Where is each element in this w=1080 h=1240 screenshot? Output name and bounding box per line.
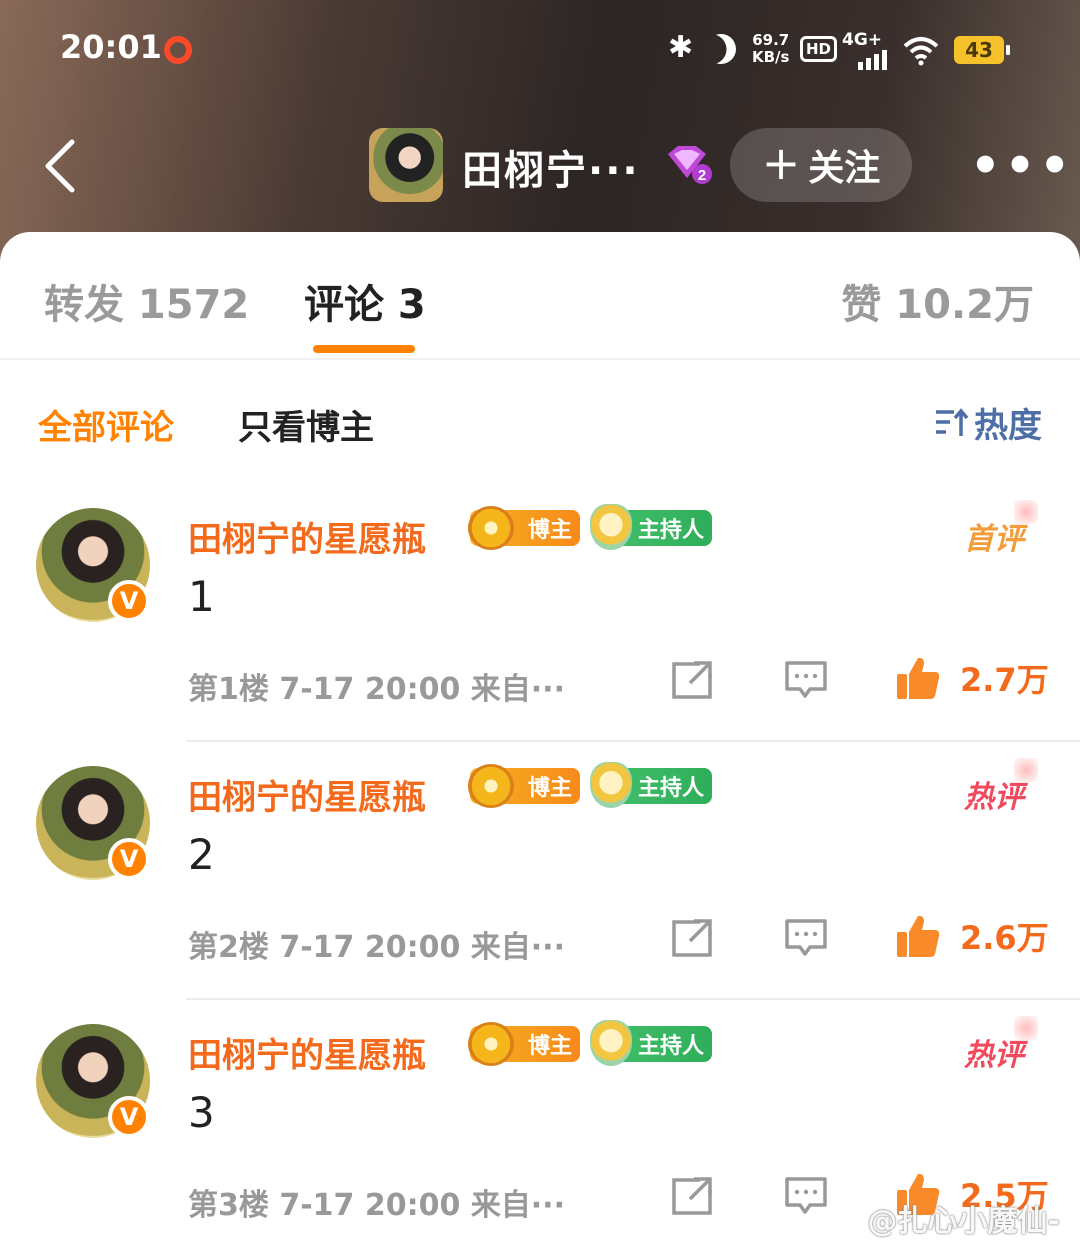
divider (186, 740, 1080, 742)
network-type: 4G+ (842, 30, 883, 50)
reply-icon[interactable] (784, 660, 828, 700)
sort-icon (936, 407, 968, 436)
like-count: 2.7万 (960, 661, 1049, 699)
tab-like[interactable]: 赞 10.2万 (841, 272, 1034, 330)
status-time: 20:01 (60, 28, 162, 66)
filter-host-only[interactable]: 只看博主 (238, 400, 374, 449)
header-background: 20:01 ✱ 69.7 KB/s HD 4G+ 43 田栩宁··· 2 + 关… (0, 0, 1080, 270)
active-tab-indicator (313, 345, 415, 353)
comment-item: V 田栩宁的星愿瓶 博主 主持人 首评 1 第1楼 7-17 20:00 来自·… (0, 500, 1080, 762)
sort-button[interactable]: 热度 (934, 398, 1042, 447)
like-button[interactable]: 2.6万 (894, 912, 1049, 960)
watermark: @扎心小魔仙- (867, 1204, 1060, 1239)
host-badge: 博主 (468, 1022, 580, 1066)
vip-diamond-icon: 2 (668, 146, 712, 184)
vip-level: 2 (698, 167, 706, 184)
sort-label: 热度 (974, 406, 1042, 446)
anchor-badge: 主持人 (590, 1020, 712, 1066)
tab-bar: 转发 1572 评论 3 赞 10.2万 (0, 232, 1080, 360)
battery-indicator: 43 (954, 36, 1010, 64)
profile-avatar[interactable] (369, 128, 443, 202)
do-not-disturb-icon (702, 30, 740, 68)
status-bar: 20:01 ✱ 69.7 KB/s HD 4G+ 43 (0, 20, 1080, 80)
comment-tag: 热评 (964, 758, 1038, 816)
wifi-icon (903, 37, 939, 66)
commenter-name[interactable]: 田栩宁的星愿瓶 (188, 1028, 426, 1077)
share-icon[interactable] (670, 1176, 714, 1216)
network-speed-value: 69.7 (752, 31, 790, 49)
thumbs-up-icon (897, 915, 940, 957)
share-icon[interactable] (670, 918, 714, 958)
comment-text: 2 (188, 830, 215, 879)
commenter-name[interactable]: 田栩宁的星愿瓶 (188, 770, 426, 819)
hd-icon: HD (800, 36, 838, 62)
plus-icon: + (761, 136, 801, 190)
network-speed: 69.7 KB/s (752, 32, 789, 66)
comment-item: V 田栩宁的星愿瓶 博主 主持人 热评 2 第2楼 7-17 20:00 来自·… (0, 758, 1080, 1020)
bluetooth-icon: ✱ (668, 30, 694, 65)
verified-badge-icon: V (108, 580, 150, 622)
verified-badge-icon: V (108, 1096, 150, 1138)
filter-all-comments[interactable]: 全部评论 (38, 400, 174, 449)
comment-filter-row: 全部评论 只看博主 热度 (0, 392, 1080, 452)
tab-repost[interactable]: 转发 1572 (44, 272, 249, 330)
profile-name[interactable]: 田栩宁··· (462, 138, 640, 196)
host-badge: 博主 (468, 764, 580, 808)
back-chevron-icon[interactable] (42, 138, 76, 194)
commenter-name[interactable]: 田栩宁的星愿瓶 (188, 512, 426, 561)
anchor-badge: 主持人 (590, 762, 712, 808)
follow-button[interactable]: + 关注 (730, 128, 912, 202)
comment-text: 1 (188, 572, 215, 621)
comments-card: 转发 1572 评论 3 赞 10.2万 全部评论 只看博主 热度 V 田栩宁的… (0, 232, 1080, 1240)
follow-label: 关注 (808, 148, 881, 189)
anchor-badge: 主持人 (590, 504, 712, 550)
signal-icon (858, 50, 887, 70)
thumbs-up-icon (897, 657, 940, 699)
host-badge: 博主 (468, 506, 580, 550)
comment-tag: 首评 (964, 500, 1038, 558)
comment-meta: 第1楼 7-17 20:00 来自··· (188, 672, 565, 707)
like-button[interactable]: 2.7万 (894, 654, 1049, 702)
comment-meta: 第2楼 7-17 20:00 来自··· (188, 930, 565, 965)
comment-tag: 热评 (964, 1016, 1038, 1074)
reply-icon[interactable] (784, 918, 828, 958)
reply-icon[interactable] (784, 1176, 828, 1216)
divider (186, 998, 1080, 1000)
verified-badge-icon: V (108, 838, 150, 880)
share-icon[interactable] (670, 660, 714, 700)
network-speed-unit: KB/s (752, 48, 790, 66)
comment-meta: 第3楼 7-17 20:00 来自··· (188, 1188, 565, 1223)
recording-icon (164, 36, 192, 64)
more-options-icon[interactable]: ••• (970, 138, 1074, 194)
like-count: 2.6万 (960, 919, 1049, 957)
comment-text: 3 (188, 1088, 215, 1137)
